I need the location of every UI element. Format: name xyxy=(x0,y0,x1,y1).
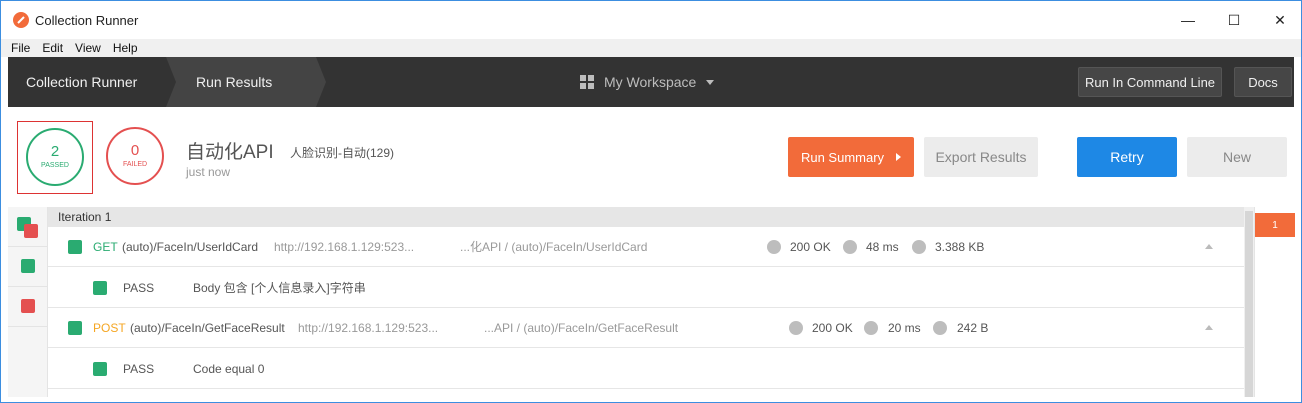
time-dot-icon xyxy=(864,321,878,335)
passed-label: PASSED xyxy=(41,162,69,169)
passed-count: 2 xyxy=(50,143,60,160)
pass-square-icon xyxy=(21,259,35,273)
rail-iteration[interactable] xyxy=(8,207,48,247)
response-time: 48 ms xyxy=(866,240,899,254)
run-summary-label: Run Summary xyxy=(800,149,885,165)
size-dot-icon xyxy=(933,321,947,335)
rail-fail-filter[interactable] xyxy=(8,287,48,327)
play-arrow-icon xyxy=(896,153,902,161)
status-dot-icon xyxy=(767,240,781,254)
runner-header: Collection Runner Run Results My Workspa… xyxy=(8,57,1294,107)
iteration-strip: 1 xyxy=(1254,207,1295,397)
breadcrumb-run-results[interactable]: Run Results xyxy=(196,57,272,107)
menu-file[interactable]: File xyxy=(5,41,36,55)
minimize-button[interactable]: — xyxy=(1165,1,1211,39)
workspace-grid-icon xyxy=(580,75,594,89)
collapse-icon[interactable] xyxy=(1205,244,1213,249)
results-list: Iteration 1 GET (auto)/FaceIn/UserIdCard… xyxy=(48,207,1244,397)
test-name: Code equal 0 xyxy=(193,362,265,376)
export-results-button[interactable]: Export Results xyxy=(924,137,1038,177)
request-url: http://192.168.1.129:523... xyxy=(298,321,439,335)
pass-square-icon xyxy=(68,321,82,335)
run-summary-button[interactable]: Run Summary xyxy=(788,137,914,177)
rail-pass-filter[interactable] xyxy=(8,247,48,287)
new-button[interactable]: New xyxy=(1187,137,1287,177)
failed-counter[interactable]: 0 FAILED xyxy=(106,127,164,185)
results-scrollbar[interactable] xyxy=(1244,207,1254,397)
menu-edit[interactable]: Edit xyxy=(36,41,69,55)
test-name: Body 包含 [个人信息录入]字符串 xyxy=(193,281,366,295)
iteration-header: Iteration 1 xyxy=(48,207,1244,227)
close-button[interactable]: ✕ xyxy=(1257,1,1301,39)
pass-square-icon xyxy=(68,240,82,254)
scrollbar-thumb[interactable] xyxy=(1245,211,1253,397)
failed-count: 0 xyxy=(130,142,140,159)
pass-square-icon xyxy=(93,281,107,295)
failed-label: FAILED xyxy=(122,161,148,168)
request-row[interactable]: GET (auto)/FaceIn/UserIdCard http://192.… xyxy=(48,227,1244,267)
run-in-command-line-button[interactable]: Run In Command Line xyxy=(1078,67,1222,97)
close-icon: ✕ xyxy=(1274,11,1286,28)
request-name: (auto)/FaceIn/UserIdCard xyxy=(122,240,259,254)
run-name: 自动化API xyxy=(186,142,274,163)
maximize-icon: ☐ xyxy=(1227,11,1241,28)
response-size: 3.388 KB xyxy=(935,240,985,254)
run-timestamp: just now xyxy=(186,165,231,179)
test-row: PASS Code equal 0 xyxy=(48,348,1244,389)
test-result: PASS xyxy=(123,362,155,376)
fail-square-icon xyxy=(21,299,35,313)
time-dot-icon xyxy=(843,240,857,254)
pass-square-icon xyxy=(93,362,107,376)
docs-button[interactable]: Docs xyxy=(1234,67,1292,97)
maximize-button[interactable]: ☐ xyxy=(1211,1,1257,39)
request-row[interactable]: POST (auto)/FaceIn/GetFaceResult http://… xyxy=(48,308,1244,348)
response-status: 200 OK xyxy=(790,240,831,254)
passed-highlight: 2 PASSED xyxy=(17,121,93,194)
response-size: 242 B xyxy=(957,321,989,335)
request-method: GET xyxy=(93,240,118,254)
minimize-icon: — xyxy=(1181,12,1195,28)
request-path: ...化API / (auto)/FaceIn/UserIdCard xyxy=(460,240,648,254)
passed-counter[interactable]: 2 PASSED xyxy=(26,128,84,186)
response-time: 20 ms xyxy=(888,321,921,335)
menu-view[interactable]: View xyxy=(69,41,107,55)
breadcrumb-collection-runner[interactable]: Collection Runner xyxy=(26,57,137,107)
request-name: (auto)/FaceIn/GetFaceResult xyxy=(130,321,285,335)
test-result: PASS xyxy=(123,281,155,295)
status-rail xyxy=(8,207,48,397)
window-title: Collection Runner xyxy=(35,13,139,28)
status-dot-icon xyxy=(789,321,803,335)
request-path: ...API / (auto)/FaceIn/GetFaceResult xyxy=(484,321,679,335)
title-bar: Collection Runner — ☐ ✕ xyxy=(1,1,1301,39)
postman-logo-icon xyxy=(13,12,29,28)
test-row: PASS Body 包含 [个人信息录入]字符串 xyxy=(48,267,1244,308)
iteration-badge[interactable]: 1 xyxy=(1255,213,1295,237)
menu-help[interactable]: Help xyxy=(107,41,144,55)
collapse-icon[interactable] xyxy=(1205,325,1213,330)
run-collection: 人脸识别-自动(129) xyxy=(290,146,395,160)
fail-square-icon xyxy=(24,224,38,238)
menu-bar: File Edit View Help xyxy=(1,39,1301,57)
app-window: Collection Runner — ☐ ✕ File Edit View H… xyxy=(0,0,1302,403)
request-method: POST xyxy=(93,321,126,335)
workspace-name: My Workspace xyxy=(604,74,697,90)
chevron-down-icon xyxy=(706,79,715,85)
size-dot-icon xyxy=(912,240,926,254)
request-url: http://192.168.1.129:523... xyxy=(274,240,415,254)
workspace-selector[interactable]: My Workspace xyxy=(580,57,715,107)
response-status: 200 OK xyxy=(812,321,853,335)
run-summary-panel: 2 PASSED 0 FAILED 自动化API 人脸识别-自动(129) ju… xyxy=(8,107,1294,207)
retry-button[interactable]: Retry xyxy=(1077,137,1177,177)
